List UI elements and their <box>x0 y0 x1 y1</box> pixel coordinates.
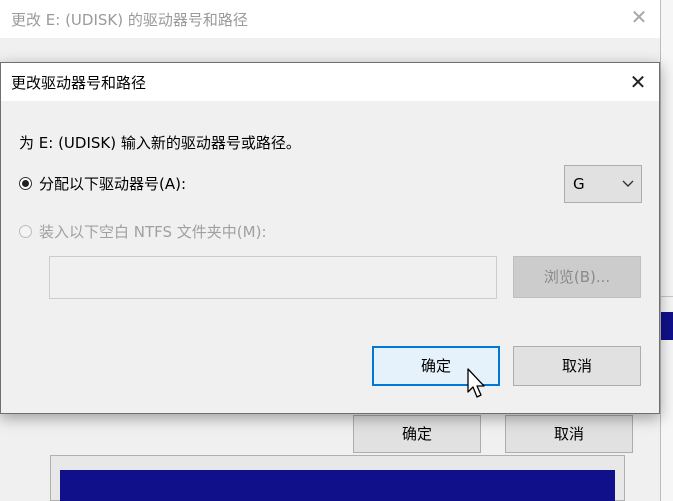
assign-letter-radio[interactable] <box>19 177 32 190</box>
close-icon[interactable]: ✕ <box>624 2 654 32</box>
mount-folder-radio[interactable] <box>19 225 32 238</box>
dialog-titlebar: 更改驱动器号和路径 ✕ <box>1 63 659 101</box>
background-window-edge <box>661 0 673 501</box>
folder-path-input[interactable] <box>49 256 497 299</box>
radio-selected-dot <box>22 180 29 187</box>
drive-letter-value: G <box>573 175 585 193</box>
parent-cancel-button[interactable]: 取消 <box>505 415 633 453</box>
drive-letter-select[interactable]: G <box>564 165 642 203</box>
dialog-title: 更改驱动器号和路径 <box>11 74 147 92</box>
ok-button[interactable]: 确定 <box>372 346 500 386</box>
assign-letter-label: 分配以下驱动器号(A): <box>39 175 187 193</box>
mount-folder-label: 装入以下空白 NTFS 文件夹中(M): <box>39 223 267 241</box>
dialog-prompt: 为 E: (UDISK) 输入新的驱动器号或路径。 <box>19 134 301 152</box>
close-icon[interactable]: ✕ <box>623 67 653 97</box>
disk-selection-bar <box>60 470 615 501</box>
parent-dialog-title: 更改 E: (UDISK) 的驱动器号和路径 <box>11 11 248 29</box>
mount-folder-option[interactable]: 装入以下空白 NTFS 文件夹中(M): <box>19 221 267 242</box>
assign-letter-option[interactable]: 分配以下驱动器号(A): <box>19 173 186 194</box>
cancel-button[interactable]: 取消 <box>513 346 641 386</box>
parent-ok-button[interactable]: 确定 <box>353 415 481 453</box>
change-drive-letter-dialog: 更改驱动器号和路径 ✕ 为 E: (UDISK) 输入新的驱动器号或路径。 分配… <box>0 62 660 414</box>
chevron-down-icon <box>622 180 634 187</box>
parent-titlebar: 更改 E: (UDISK) 的驱动器号和路径 ✕ <box>0 0 660 38</box>
background-selection-bar <box>661 312 673 340</box>
background-window-divider <box>661 296 673 297</box>
browse-button[interactable]: 浏览(B)... <box>513 256 641 298</box>
